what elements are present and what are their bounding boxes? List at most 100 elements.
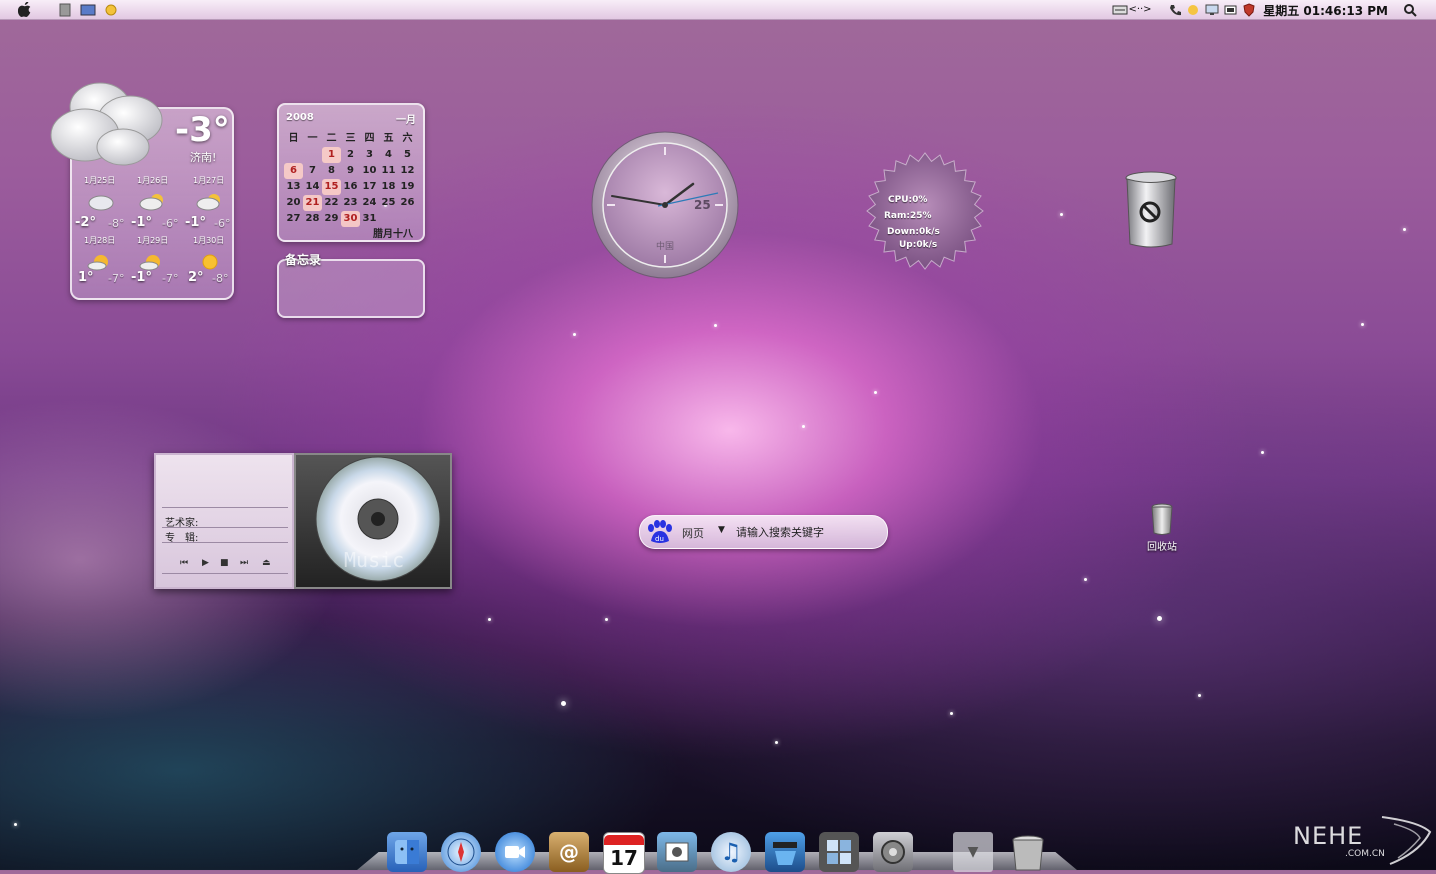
clock-label: 中国 [656, 240, 674, 252]
cd-disc-icon: Music [315, 456, 441, 582]
calendar-day[interactable]: 4 [379, 147, 398, 163]
eject-button[interactable]: ⏏ [262, 558, 271, 568]
desktop-recycle-bin[interactable]: 回收站 [1142, 502, 1182, 554]
calendar-day[interactable]: 7 [303, 163, 322, 179]
forecast-low: -7° [108, 272, 125, 285]
menu-clock[interactable]: 星期五 01:46:13 PM [1263, 2, 1388, 19]
system-preferences-icon[interactable] [873, 832, 913, 872]
calendar-day[interactable]: 29 [322, 211, 341, 227]
calendar-week: 6 7 8 9 10 11 12 [284, 163, 420, 179]
calendar-day[interactable]: 8 [322, 163, 341, 179]
forecast-date: 1月29日 [137, 236, 169, 245]
network-arrows-icon[interactable]: <··> [1128, 2, 1151, 17]
divider [162, 542, 288, 543]
ical-icon[interactable]: 17 [603, 832, 645, 874]
keyboard-icon[interactable] [1112, 2, 1128, 17]
calendar-day[interactable]: 21 [303, 195, 322, 211]
calendar-day[interactable]: 28 [303, 211, 322, 227]
spotlight-search-icon[interactable] [1402, 2, 1418, 17]
star [1157, 616, 1162, 621]
play-button[interactable]: ▶ [202, 558, 209, 568]
ichat-icon[interactable] [495, 832, 535, 872]
monitor-icon[interactable] [1204, 2, 1220, 17]
next-button[interactable]: ⏭ [240, 558, 248, 568]
forecast-low: -8° [212, 272, 229, 285]
dashboard-icon[interactable] [819, 832, 859, 872]
calendar-day[interactable]: 30 [341, 211, 360, 227]
calendar-day[interactable]: 12 [398, 163, 417, 179]
phone-icon[interactable] [1168, 2, 1182, 17]
calendar-day[interactable]: 15 [322, 179, 341, 195]
calendar-day[interactable]: 9 [341, 163, 360, 179]
calendar-day[interactable]: 17 [360, 179, 379, 195]
weekday-label: 四 [364, 133, 375, 144]
calendar-day[interactable]: 1 [322, 147, 341, 163]
calendar-day[interactable]: 11 [379, 163, 398, 179]
star [1403, 228, 1406, 231]
imovie-icon[interactable] [765, 832, 805, 872]
star [802, 425, 805, 428]
weekday-label: 三 [345, 133, 356, 144]
document-icon[interactable] [58, 2, 72, 17]
iphoto-icon[interactable] [657, 832, 697, 872]
calendar-day[interactable]: 19 [398, 179, 417, 195]
chevron-down-icon[interactable]: ▼ [718, 525, 725, 535]
calendar-day[interactable]: 22 [322, 195, 341, 211]
calendar-day[interactable]: 13 [284, 179, 303, 195]
calendar-day [284, 147, 303, 163]
star [1261, 451, 1264, 454]
shield-icon[interactable] [1242, 2, 1256, 17]
search-input[interactable] [736, 522, 876, 542]
downloads-icon[interactable]: ▼ [953, 832, 993, 872]
calendar-day[interactable]: 20 [284, 195, 303, 211]
safari-icon[interactable] [441, 832, 481, 872]
star [1060, 213, 1063, 216]
analog-clock-widget[interactable]: 25 中国 [590, 130, 740, 280]
forecast-high: -2° [75, 215, 96, 230]
calendar-day[interactable]: 23 [341, 195, 360, 211]
weather-menu-icon[interactable] [103, 2, 119, 17]
stop-button[interactable]: ■ [220, 558, 229, 568]
calendar-day[interactable]: 16 [341, 179, 360, 195]
calendar-day[interactable]: 2 [341, 147, 360, 163]
calendar-day[interactable]: 6 [284, 163, 303, 179]
music-info-panel: 艺术家: 专 辑: ⏮ ▶ ■ ⏭ ⏏ [154, 453, 294, 589]
ical-header [604, 835, 644, 845]
calendar-day[interactable]: 18 [379, 179, 398, 195]
clock-date: 25 [694, 198, 711, 212]
calendar-day[interactable]: 10 [360, 163, 379, 179]
calendar-day[interactable]: 5 [398, 147, 417, 163]
upload-speed: Up:0k/s [899, 240, 938, 250]
weekday-header: 日一二三四五六 [284, 131, 420, 147]
window-icon[interactable] [80, 2, 96, 17]
trash-icon[interactable] [1008, 832, 1048, 872]
watermark-domain: .COM.CN [1345, 849, 1385, 859]
apple-menu-icon[interactable] [16, 2, 34, 17]
calendar-day[interactable]: 25 [379, 195, 398, 211]
sunny-icon [202, 254, 218, 270]
weekday-label: 一 [307, 133, 318, 144]
calendar-day[interactable]: 3 [360, 147, 379, 163]
calendar-day[interactable]: 26 [398, 195, 417, 211]
calendar-day[interactable]: 14 [303, 179, 322, 195]
address-book-icon[interactable]: @ [549, 832, 589, 872]
trash-widget[interactable] [1124, 170, 1178, 250]
calendar-week: 13 14 15 16 17 18 19 [284, 179, 420, 195]
memo-title: 备忘录 [285, 253, 322, 267]
city-name: 济南! [190, 151, 217, 164]
progress-track[interactable] [162, 573, 288, 574]
forecast-date: 1月30日 [193, 236, 225, 245]
sun-status-icon[interactable] [1186, 2, 1200, 17]
watermark-swoosh [1381, 816, 1432, 865]
calendar-widget[interactable]: 2008 一月 日一二三四五六 1 2 3 4 5 6 7 8 9 10 11 12 13 14 15 16 17… [277, 103, 425, 242]
finder-icon[interactable] [387, 832, 427, 872]
itunes-icon[interactable]: ♫ [711, 832, 751, 872]
lunar-date: 腊月十八 [373, 229, 413, 240]
battery-icon[interactable] [1223, 2, 1239, 17]
music-player-widget[interactable]: 艺术家: 专 辑: ⏮ ▶ ■ ⏭ ⏏ Music [154, 453, 452, 589]
previous-button[interactable]: ⏮ [180, 558, 188, 568]
search-widget[interactable]: du 网页 ▼ [639, 515, 888, 549]
calendar-day[interactable]: 27 [284, 211, 303, 227]
search-category[interactable]: 网页 [682, 525, 704, 541]
calendar-day[interactable]: 24 [360, 195, 379, 211]
